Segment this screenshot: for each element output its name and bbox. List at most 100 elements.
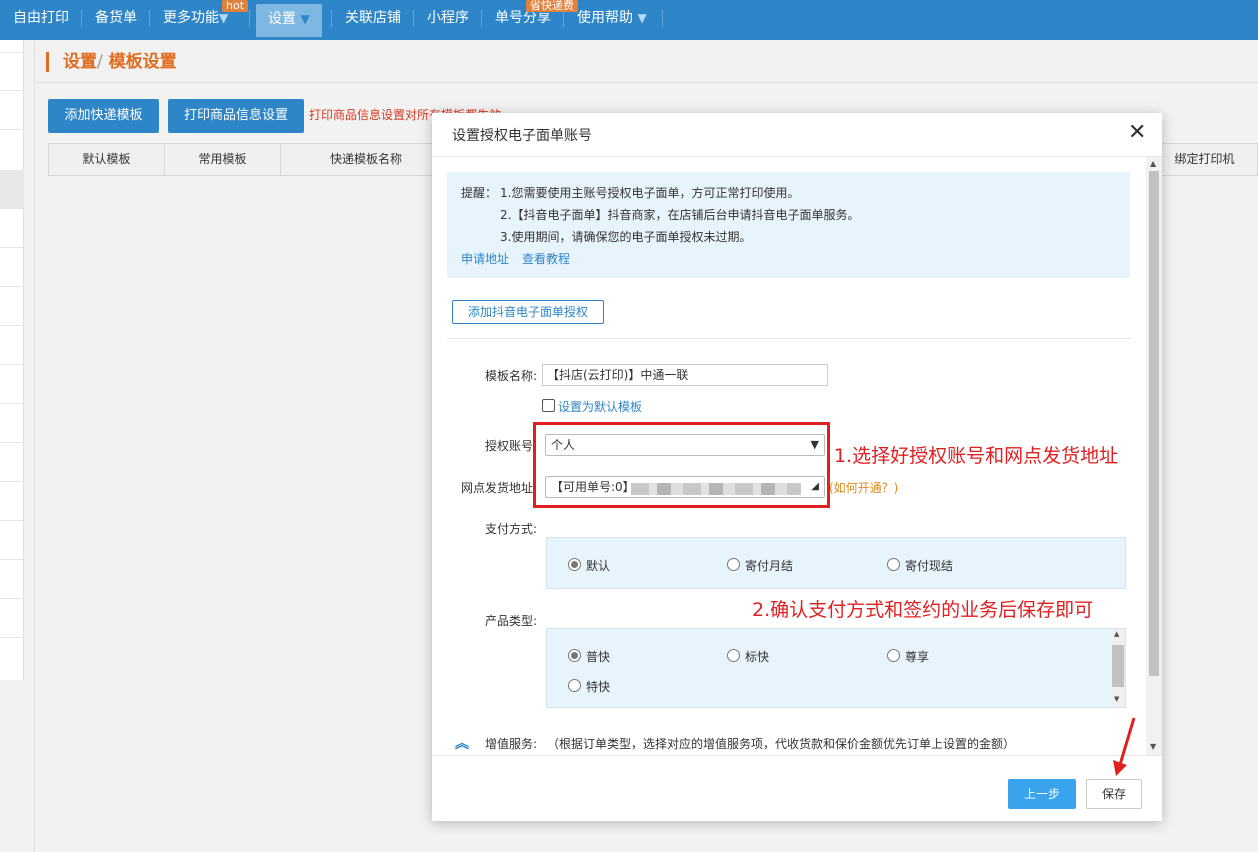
payment-cash-radio[interactable] (887, 558, 900, 571)
value-added-note: （根据订单类型，选择对应的增值服务项，代收货款和保价金额优先订单上设置的金额） (547, 737, 1016, 751)
nav-settings-label: 设置 (268, 11, 296, 27)
sidebar-divider (0, 559, 24, 560)
payment-default-label: 默认 (586, 559, 611, 573)
view-tutorial-link[interactable]: 查看教程 (522, 250, 570, 267)
sidebar-divider (0, 286, 24, 287)
payment-monthly-label: 寄付月结 (745, 559, 794, 573)
previous-step-button[interactable]: 上一步 (1008, 779, 1076, 809)
how-to-open-link[interactable]: (如何开通？) (829, 479, 898, 496)
dialog-scrollbar[interactable]: ▲ ▼ (1146, 157, 1162, 755)
nav-help-label: 使用帮助 (577, 10, 633, 26)
breadcrumb-current: 模板设置 (108, 52, 177, 72)
sidebar-item-active[interactable] (0, 170, 24, 208)
nav-divider (149, 10, 150, 27)
reminder-line-2: 2.【抖音电子面单】抖音商家，在店铺后台申请抖音电子面单服务。 (500, 208, 860, 222)
breadcrumb-sep: / (97, 52, 103, 72)
save-shipping-badge: 省快递费 (526, 0, 578, 12)
print-info-settings-button[interactable]: 打印商品信息设置 (168, 99, 304, 133)
annotation-step-2: 2.确认支付方式和签约的业务后保存即可 (752, 599, 1094, 621)
sidebar (0, 40, 24, 680)
nav-divider (662, 10, 663, 27)
nav-linked-stores[interactable]: 关联店铺 (345, 0, 401, 37)
add-douyin-auth-button[interactable]: 添加抖音电子面单授权 (452, 300, 604, 324)
nav-free-print[interactable]: 自由打印 (13, 0, 69, 37)
annotation-step-1: 1.选择好授权账号和网点发货地址 (834, 445, 1119, 467)
save-button[interactable]: 保存 (1086, 779, 1142, 809)
payment-monthly-radio[interactable] (727, 558, 740, 571)
content-divider (34, 40, 35, 852)
sidebar-divider (0, 364, 24, 365)
arrow-pointer-icon (1113, 717, 1136, 776)
product-standard-radio[interactable] (568, 649, 581, 662)
sidebar-divider (0, 520, 24, 521)
scroll-thumb[interactable] (1112, 645, 1124, 687)
nav-divider (413, 10, 414, 27)
nav-divider (563, 10, 564, 27)
product-type-panel: 普快 标快 尊享 特快 ▲ ▼ (546, 628, 1126, 708)
breadcrumb-root[interactable]: 设置 (63, 52, 97, 72)
nav-divider (81, 10, 82, 27)
product-premium-radio[interactable] (887, 649, 900, 662)
col-common-template: 常用模板 (165, 144, 281, 175)
section-divider (447, 338, 1131, 339)
nav-divider (481, 10, 482, 27)
product-type-label: 产品类型: (484, 614, 537, 628)
product-panel-scrollbar[interactable]: ▲ ▼ (1111, 629, 1125, 707)
col-template-name: 快递模板名称 (329, 152, 402, 166)
scroll-down-icon[interactable]: ▼ (1114, 695, 1119, 703)
value-added-label: 增值服务: (484, 737, 537, 751)
top-nav: 自由打印 备货单 更多功能▼ hot 设置 ▼ 关联店铺 小程序 单号分享 省快… (0, 0, 1258, 40)
scroll-thumb[interactable] (1149, 171, 1159, 676)
reminder-label: 提醒： (461, 186, 498, 200)
sidebar-divider (0, 637, 24, 638)
sidebar-divider (0, 481, 24, 482)
nav-settings[interactable]: 设置 ▼ (256, 4, 322, 37)
nav-mini-program[interactable]: 小程序 (427, 0, 469, 37)
nav-help[interactable]: 使用帮助 ▼ (577, 0, 647, 37)
auth-account-label: 授权账号: (484, 439, 537, 453)
scroll-up-icon[interactable]: ▲ (1114, 630, 1119, 638)
apply-address-link[interactable]: 申请地址 (461, 250, 509, 267)
sidebar-divider (0, 90, 24, 91)
sidebar-divider (0, 52, 24, 53)
scroll-down-icon[interactable]: ▼ (1150, 742, 1156, 751)
sidebar-divider (0, 247, 24, 248)
nav-more-features[interactable]: 更多功能▼ (163, 0, 228, 37)
col-bind-printer: 绑定打印机 (1149, 144, 1258, 175)
payment-default-radio[interactable] (568, 558, 581, 571)
dialog-title: 设置授权电子面单账号 (452, 128, 592, 144)
title-divider (36, 82, 1258, 83)
default-template-checkbox[interactable] (542, 399, 555, 412)
col-default-template: 默认模板 (49, 144, 165, 175)
template-name-input[interactable]: 【抖店(云打印)】中通一联 (542, 364, 828, 386)
close-icon[interactable]: ✕ (1128, 122, 1146, 144)
template-name-label: 模板名称: (484, 369, 537, 383)
scroll-up-icon[interactable]: ▲ (1150, 159, 1156, 168)
nav-more-label: 更多功能 (163, 10, 219, 26)
product-special-radio[interactable] (568, 679, 581, 692)
product-express-radio[interactable] (727, 649, 740, 662)
chevron-down-icon: ▼ (637, 11, 647, 25)
sidebar-divider (0, 208, 24, 209)
reminder-box: 提醒： 1.您需要使用主账号授权电子面单，方可正常打印使用。 2.【抖音电子面单… (447, 172, 1130, 278)
dialog-body: 提醒： 1.您需要使用主账号授权电子面单，方可正常打印使用。 2.【抖音电子面单… (432, 157, 1162, 755)
hot-badge: hot (222, 0, 249, 12)
payment-method-label: 支付方式: (484, 522, 537, 536)
highlight-frame (533, 422, 830, 508)
product-express-label: 标快 (745, 650, 770, 664)
payment-method-panel: 默认 寄付月结 寄付现结 (546, 537, 1126, 589)
reminder-line-1: 1.您需要使用主账号授权电子面单，方可正常打印使用。 (500, 186, 800, 200)
sidebar-divider (0, 598, 24, 599)
sidebar-divider (0, 129, 24, 130)
nav-stock-list[interactable]: 备货单 (95, 0, 137, 37)
page-title: 设置/ 模板设置 (46, 52, 177, 72)
sidebar-divider (0, 325, 24, 326)
product-special-label: 特快 (586, 680, 611, 694)
default-template-label[interactable]: 设置为默认模板 (558, 398, 642, 415)
payment-cash-label: 寄付现结 (905, 559, 954, 573)
add-template-button[interactable]: 添加快递模板 (48, 99, 159, 133)
product-standard-label: 普快 (586, 650, 611, 664)
chevron-down-icon: ▼ (219, 11, 229, 25)
sidebar-divider (0, 442, 24, 443)
auth-account-dialog: 设置授权电子面单账号 ✕ 提醒： 1.您需要使用主账号授权电子面单，方可正常打印… (432, 113, 1162, 821)
